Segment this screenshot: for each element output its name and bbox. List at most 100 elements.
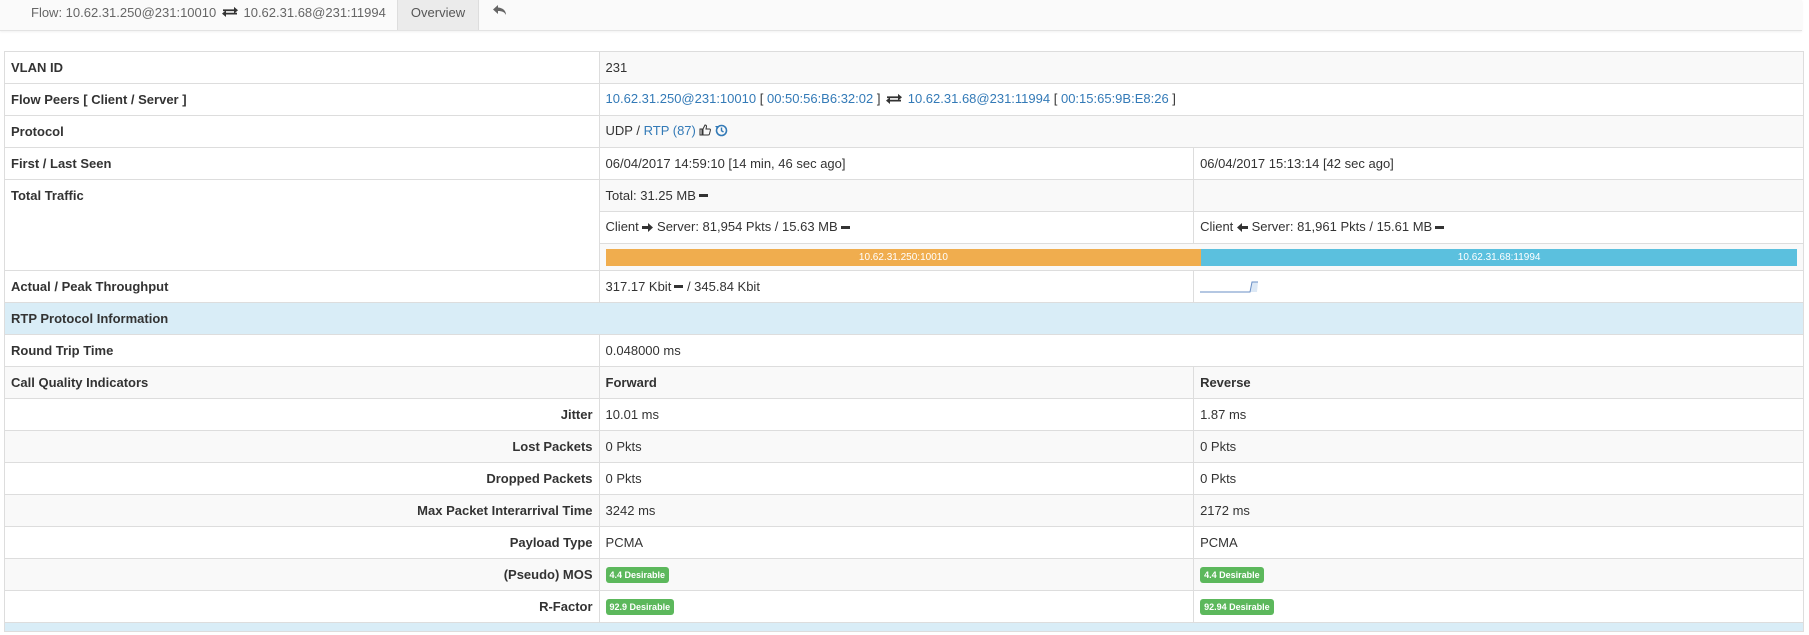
flow-navbar: Flow: 10.62.31.250@231:10010 10.62.31.68… — [0, 0, 1802, 31]
total-traffic-text: Total: 31.25 MB — [605, 188, 696, 203]
l7-protocol-link[interactable]: RTP (87) — [644, 123, 696, 138]
bracket-close: ] — [1172, 91, 1176, 107]
mos-reverse-cell: 4.4 Desirable — [1193, 558, 1804, 591]
table-row — [4, 622, 1804, 632]
client-to-server-traffic: Client Server: 81,954 Pkts / 15.63 MB — [598, 211, 1195, 244]
actual-throughput: 317.17 Kbit — [605, 279, 672, 294]
interarrival-label: Max Packet Interarrival Time — [4, 494, 600, 527]
peak-throughput: / 345.84 Kbit — [686, 279, 760, 294]
table-row: (Pseudo) MOS 4.4 Desirable 4.4 Desirable — [4, 558, 1804, 591]
vlan-label: VLAN ID — [4, 51, 600, 84]
minus-icon — [840, 225, 850, 229]
table-row: Lost Packets 0 Pkts 0 Pkts — [4, 430, 1804, 463]
table-row: Jitter 10.01 ms 1.87 ms — [4, 398, 1804, 431]
flow-title-client: Flow: 10.62.31.250@231:10010 — [31, 5, 217, 20]
client-traffic-bar: 10.62.31.250:10010 — [605, 248, 1202, 266]
payload-type-label: Payload Type — [4, 526, 600, 559]
client-text: Client — [605, 219, 639, 235]
table-row: RTP Protocol Information — [4, 302, 1804, 335]
last-seen: 06/04/2017 15:13:14 [42 sec ago] — [1193, 147, 1804, 180]
jitter-forward: 10.01 ms — [598, 398, 1195, 431]
flow-peers-value: 10.62.31.250@231:10010 [ 00:50:56:B6:32:… — [598, 83, 1805, 116]
flow-peers-label: Flow Peers [ Client / Server ] — [4, 83, 600, 116]
lost-packets-forward: 0 Pkts — [598, 430, 1195, 463]
total-traffic-value: Total: 31.25 MB — [598, 179, 1195, 212]
next-section-header — [4, 622, 1804, 632]
table-row: Protocol UDP / RTP (87) — [4, 115, 1805, 148]
traffic-split-bar: 10.62.31.250:10010 10.62.31.68:11994 — [605, 248, 1797, 266]
server-traffic-text: Server: 81,954 Pkts / 15.63 MB — [657, 219, 838, 235]
cqi-label: Call Quality Indicators — [4, 366, 600, 399]
rtt-label: Round Trip Time — [4, 334, 600, 367]
interarrival-forward: 3242 ms — [598, 494, 1195, 527]
table-row: Round Trip Time 0.048000 ms — [4, 334, 1805, 367]
server-to-client-traffic: Client Server: 81,961 Pkts / 15.61 MB — [1193, 211, 1804, 244]
traffic-split-cell: 10.62.31.250:10010 10.62.31.68:11994 — [598, 243, 1805, 271]
table-row: VLAN ID 231 — [4, 51, 1805, 84]
rfactor-reverse-cell: 92.94 Desirable — [1193, 590, 1804, 623]
rtp-section-header: RTP Protocol Information — [4, 302, 1804, 335]
rfactor-forward-cell: 92.9 Desirable — [598, 590, 1195, 623]
total-traffic-label: Total Traffic — [4, 179, 600, 271]
minus-icon — [1435, 225, 1445, 229]
reverse-header: Reverse — [1193, 366, 1804, 399]
jitter-label: Jitter — [4, 398, 600, 431]
status-badge: 92.94 Desirable — [1200, 599, 1274, 615]
minus-icon — [674, 285, 684, 289]
interarrival-reverse: 2172 ms — [1193, 494, 1804, 527]
dropped-packets-label: Dropped Packets — [4, 462, 600, 495]
bracket-open: [ — [759, 91, 764, 107]
client-text: Client — [1200, 219, 1234, 235]
table-row: Flow Peers [ Client / Server ] 10.62.31.… — [4, 83, 1805, 116]
reply-icon[interactable] — [485, 0, 515, 30]
rtt-value: 0.048000 ms — [598, 334, 1805, 367]
table-row: R-Factor 92.9 Desirable 92.94 Desirable — [4, 590, 1804, 623]
vlan-value: 231 — [598, 51, 1805, 84]
table-row: Dropped Packets 0 Pkts 0 Pkts — [4, 462, 1804, 495]
bracket-close: ] — [876, 91, 881, 107]
flow-details-table: VLAN ID 231 Flow Peers [ Client / Server… — [4, 51, 1805, 632]
throughput-sparkline-cell — [1193, 270, 1804, 303]
minus-icon — [698, 194, 708, 198]
exchange-icon — [886, 93, 903, 108]
dropped-packets-forward: 0 Pkts — [598, 462, 1195, 495]
client-host-link[interactable]: 10.62.31.250@231:10010 — [606, 91, 757, 106]
arrow-right-icon — [642, 221, 654, 236]
server-host-link[interactable]: 10.62.31.68@231:11994 — [908, 91, 1050, 106]
bracket-open: [ — [1053, 91, 1058, 107]
payload-type-forward: PCMA — [598, 526, 1195, 559]
flow-title-server: 10.62.31.68@231:11994 — [243, 5, 386, 20]
status-badge: 4.4 Desirable — [1200, 567, 1264, 583]
status-badge: 4.4 Desirable — [605, 567, 670, 583]
exchange-icon — [221, 1, 238, 27]
throughput-value: 317.17 Kbit / 345.84 Kbit — [598, 270, 1195, 303]
tab-overview[interactable]: Overview — [397, 0, 479, 30]
server-traffic-bar: 10.62.31.68:11994 — [1201, 248, 1797, 266]
payload-type-reverse: PCMA — [1193, 526, 1804, 559]
dropped-packets-reverse: 0 Pkts — [1193, 462, 1804, 495]
rfactor-label: R-Factor — [4, 590, 600, 623]
protocol-value: UDP / RTP (87) — [598, 115, 1805, 148]
mos-label: (Pseudo) MOS — [4, 558, 600, 591]
flow-title: Flow: 10.62.31.250@231:10010 10.62.31.68… — [31, 0, 386, 30]
seen-label: First / Last Seen — [4, 147, 600, 180]
table-row: Call Quality Indicators Forward Reverse — [4, 366, 1804, 399]
lost-packets-label: Lost Packets — [4, 430, 600, 463]
status-badge: 92.9 Desirable — [605, 599, 675, 615]
protocol-label: Protocol — [4, 115, 600, 148]
client-mac-link[interactable]: 00:50:56:B6:32:02 — [767, 91, 873, 106]
history-icon[interactable] — [715, 124, 728, 140]
forward-header: Forward — [598, 366, 1195, 399]
table-row: Payload Type PCMA PCMA — [4, 526, 1804, 559]
lost-packets-reverse: 0 Pkts — [1193, 430, 1804, 463]
empty-cell — [1193, 179, 1804, 212]
thumbs-up-icon[interactable] — [699, 124, 712, 139]
first-seen: 06/04/2017 14:59:10 [14 min, 46 sec ago] — [598, 147, 1195, 180]
server-traffic-text: Server: 81,961 Pkts / 15.61 MB — [1251, 219, 1433, 235]
server-mac-link[interactable]: 00:15:65:9B:E8:26 — [1061, 91, 1169, 106]
l4-protocol: UDP / — [605, 123, 640, 139]
jitter-reverse: 1.87 ms — [1193, 398, 1804, 431]
table-row: First / Last Seen 06/04/2017 14:59:10 [1… — [4, 147, 1804, 180]
throughput-label: Actual / Peak Throughput — [4, 270, 600, 303]
throughput-sparkline — [1200, 281, 1259, 293]
